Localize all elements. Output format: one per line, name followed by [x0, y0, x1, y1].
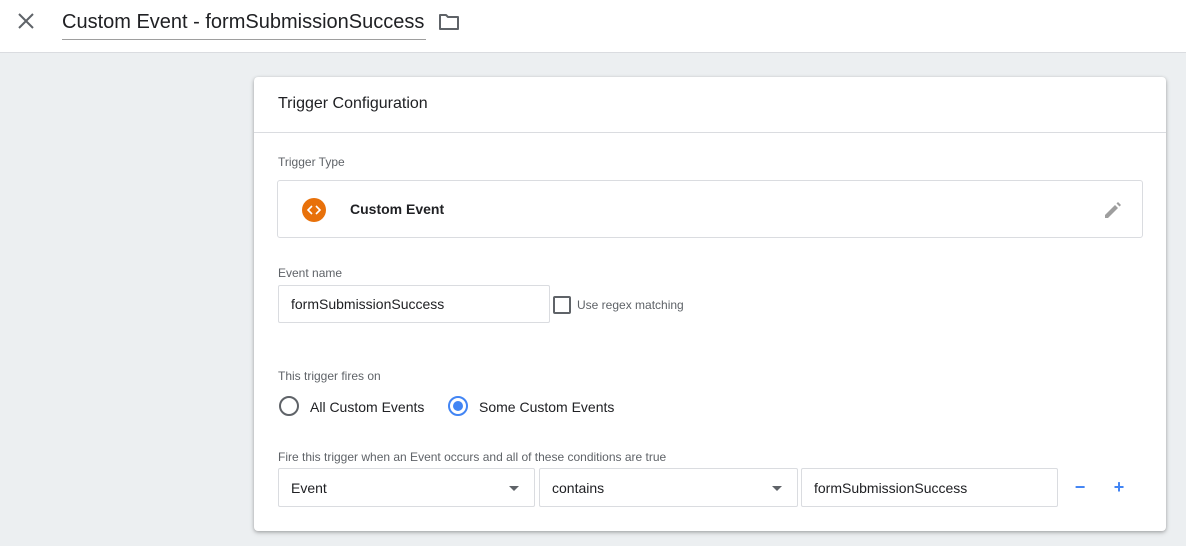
minus-icon: − [1074, 476, 1086, 497]
radio-all-custom-events[interactable] [279, 396, 299, 416]
add-condition-button[interactable]: + [1107, 475, 1131, 499]
radio-all-label: All Custom Events [310, 399, 425, 415]
card-title: Trigger Configuration [278, 95, 428, 112]
event-name-input[interactable] [278, 285, 550, 323]
top-bar: Custom Event - formSubmissionSuccess [0, 0, 1186, 53]
pencil-icon[interactable] [1102, 199, 1124, 221]
title-field[interactable]: Custom Event - formSubmissionSuccess [62, 8, 427, 40]
close-button[interactable] [10, 5, 42, 37]
trigger-configuration-card: Trigger Configuration Trigger Type Custo… [254, 77, 1166, 531]
radio-selected-dot [453, 401, 463, 411]
dropdown-arrow-icon [772, 486, 782, 491]
conditions-label: Fire this trigger when an Event occurs a… [278, 450, 667, 464]
condition-value-input[interactable] [801, 468, 1058, 507]
radio-some-custom-events[interactable] [448, 396, 468, 416]
card-header: Trigger Configuration [254, 77, 1166, 133]
page-title: Custom Event - formSubmissionSuccess [62, 11, 425, 33]
code-icon [302, 198, 326, 222]
dropdown-arrow-icon [509, 486, 519, 491]
remove-condition-button[interactable]: − [1068, 475, 1092, 499]
regex-label: Use regex matching [577, 298, 684, 312]
close-icon [18, 13, 34, 29]
variable-select-value: Event [291, 480, 327, 496]
radio-some-label: Some Custom Events [479, 399, 615, 415]
folder-button[interactable] [436, 10, 462, 34]
operator-select[interactable]: contains [539, 468, 798, 507]
regex-checkbox[interactable] [553, 296, 571, 314]
trigger-type-selector[interactable]: Custom Event [277, 180, 1143, 238]
event-name-label: Event name [278, 266, 343, 280]
variable-select[interactable]: Event [278, 468, 535, 507]
fires-on-label: This trigger fires on [278, 369, 381, 383]
plus-icon: + [1113, 476, 1125, 497]
trigger-type-name: Custom Event [350, 201, 445, 217]
folder-icon [439, 14, 459, 30]
operator-select-value: contains [552, 480, 605, 496]
trigger-type-label: Trigger Type [278, 155, 345, 169]
